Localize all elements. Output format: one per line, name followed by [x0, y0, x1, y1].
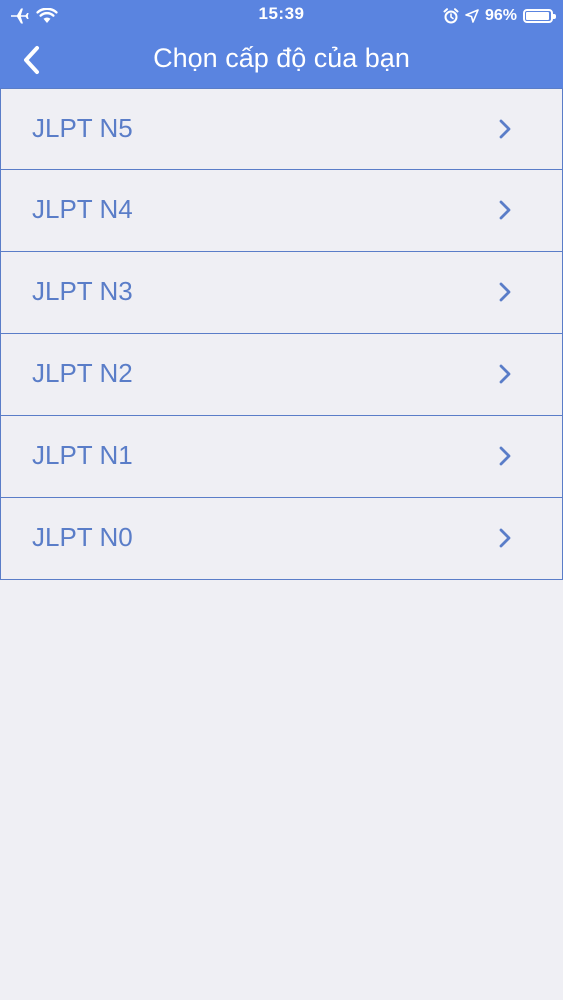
level-list: JLPT N5 JLPT N4 JLPT N3 JLPT N2 JLPT N1 JLPT …: [0, 88, 563, 580]
level-label: JLPT N0: [32, 522, 133, 552]
level-item-jlpt-n2[interactable]: JLPT N2: [0, 334, 563, 416]
level-label: JLPT N4: [32, 194, 133, 224]
battery-percent: 96%: [484, 7, 517, 24]
battery-icon: [523, 9, 556, 23]
level-item-jlpt-n3[interactable]: JLPT N3: [0, 252, 563, 334]
chevron-right-icon: [499, 282, 511, 302]
level-label: JLPT N1: [32, 440, 133, 470]
chevron-right-icon: [499, 446, 511, 466]
status-right: 96%: [443, 5, 556, 27]
page-title: Chọn cấp độ của bạn: [153, 43, 410, 73]
chevron-left-icon: [24, 46, 39, 74]
header: 15:39 96% Chọn cấp độ của bạn: [0, 0, 563, 88]
alarm-icon: [443, 8, 459, 24]
chevron-right-icon: [499, 119, 511, 139]
status-bar: 15:39 96%: [0, 0, 563, 30]
level-label: JLPT N5: [32, 113, 133, 143]
nav-bar: Chọn cấp độ của bạn: [0, 30, 563, 88]
chevron-right-icon: [499, 364, 511, 384]
level-item-jlpt-n1[interactable]: JLPT N1: [0, 416, 563, 498]
location-icon: [465, 9, 479, 23]
level-item-jlpt-n0[interactable]: JLPT N0: [0, 498, 563, 580]
level-label: JLPT N2: [32, 358, 133, 388]
level-label: JLPT N3: [32, 276, 133, 306]
level-item-jlpt-n5[interactable]: JLPT N5: [0, 88, 563, 170]
battery-fill: [526, 12, 549, 20]
chevron-right-icon: [499, 200, 511, 220]
level-item-jlpt-n4[interactable]: JLPT N4: [0, 170, 563, 252]
back-button[interactable]: [12, 40, 52, 80]
chevron-right-icon: [499, 528, 511, 548]
